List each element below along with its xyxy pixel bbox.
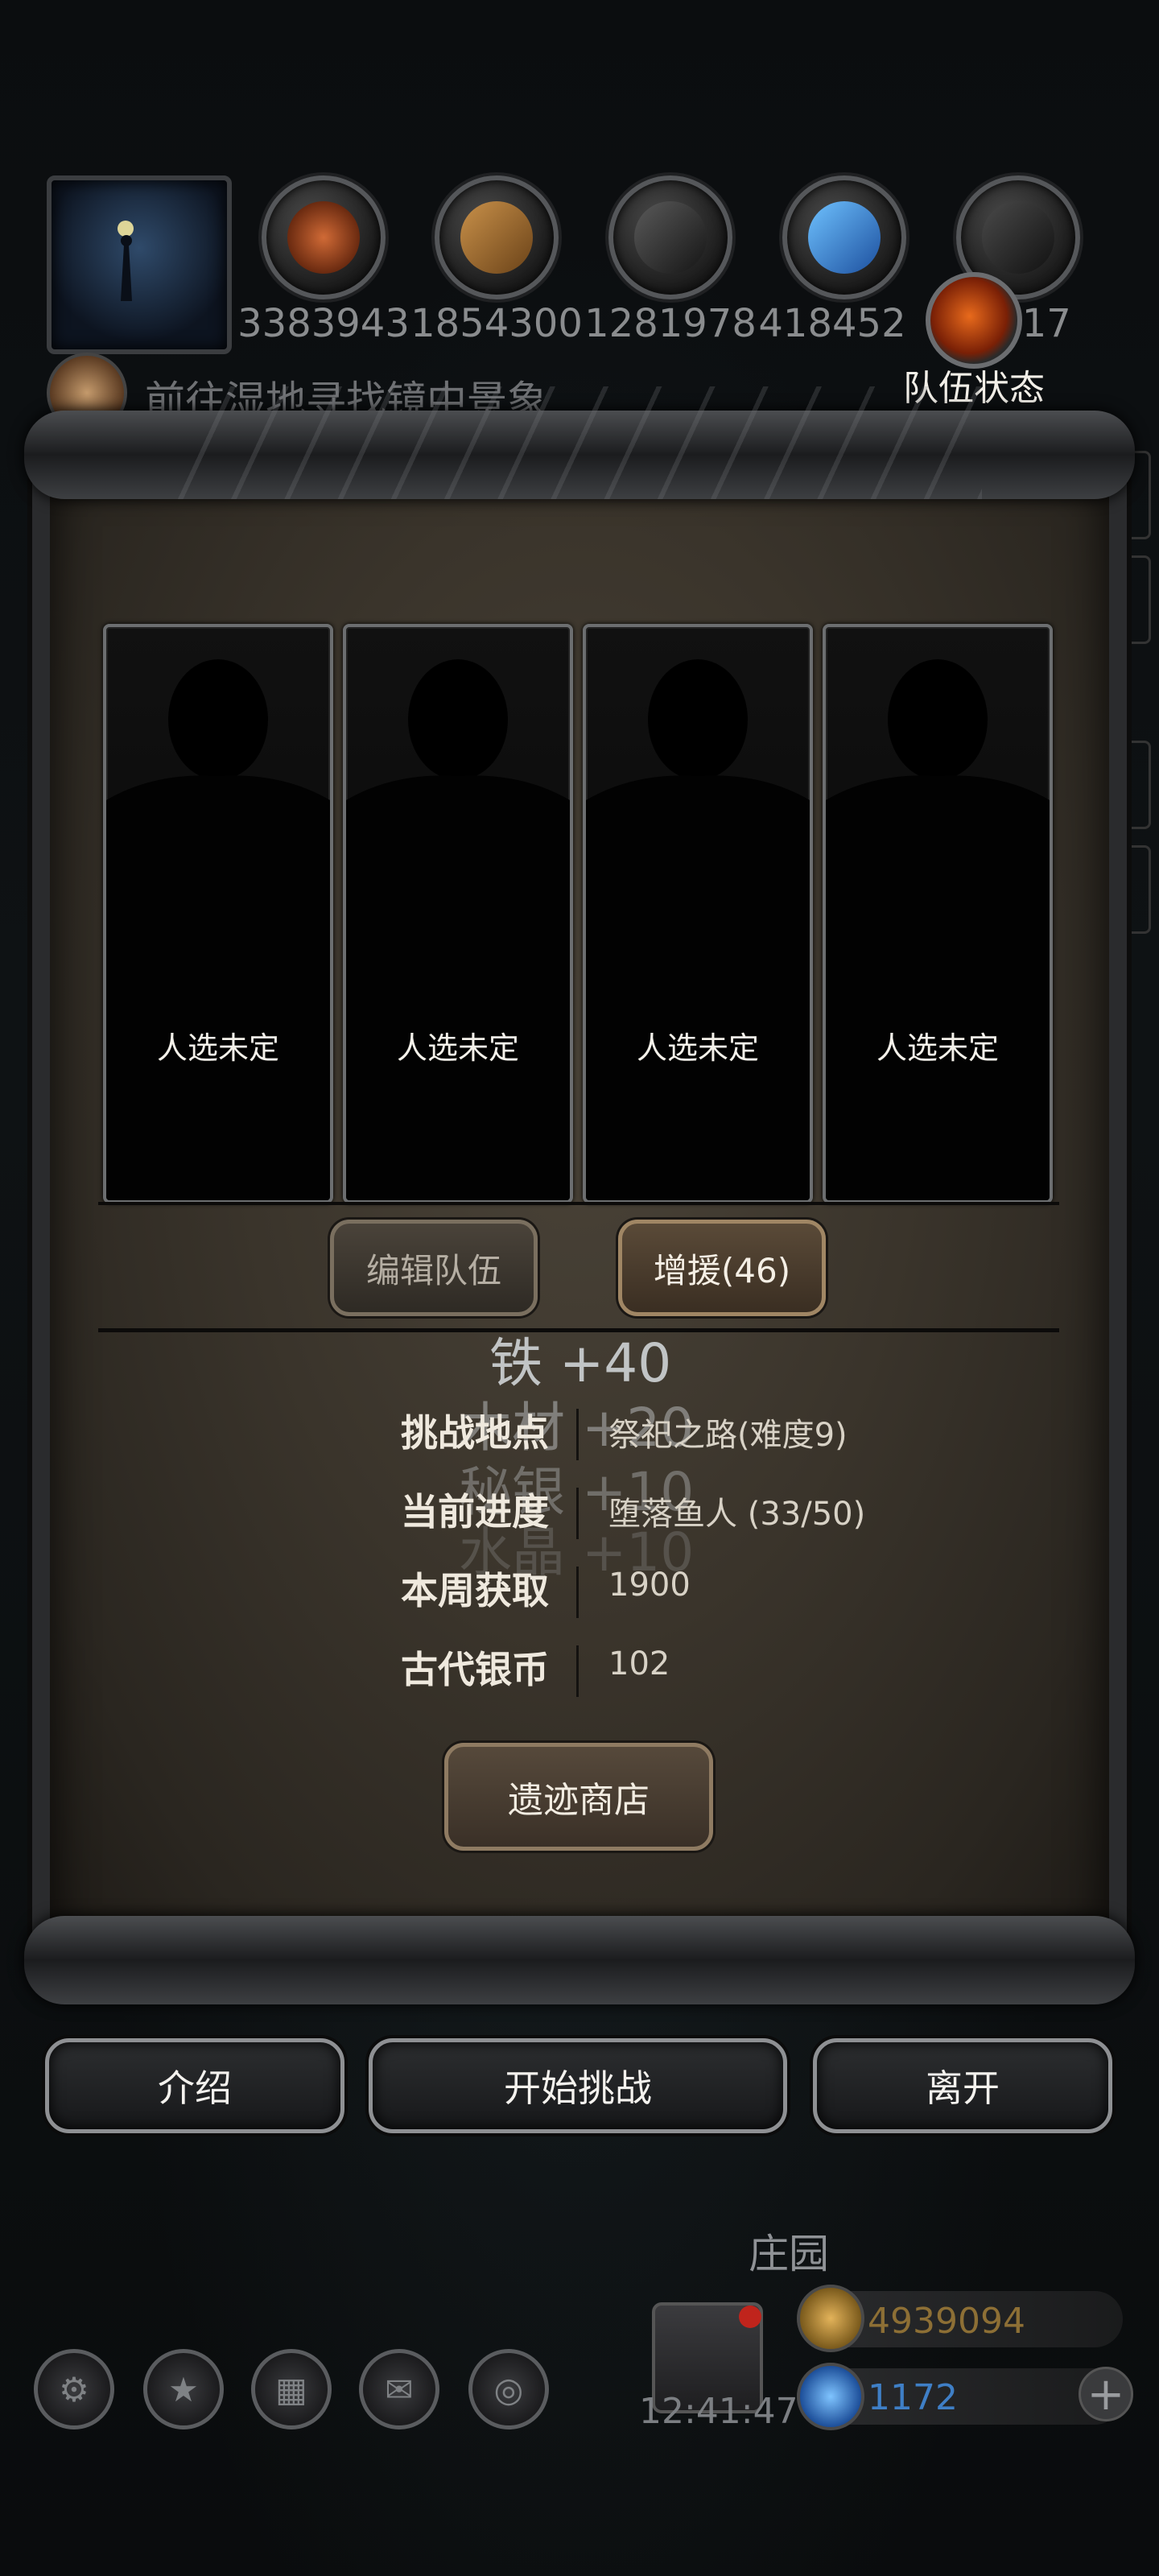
gem-icon bbox=[797, 2363, 864, 2430]
info-row-coins: 古代银币 102 bbox=[0, 1641, 1159, 1705]
info-row-weekly: 本周获取 1900 bbox=[0, 1562, 1159, 1626]
member-slot-label: 人选未定 bbox=[876, 1030, 999, 1066]
member-slot-1[interactable]: 人选未定 bbox=[103, 624, 333, 1203]
start-challenge-button[interactable]: 开始挑战 bbox=[369, 2038, 787, 2133]
divider bbox=[576, 1567, 579, 1618]
player-portrait[interactable] bbox=[47, 175, 232, 354]
crystal-icon bbox=[782, 175, 906, 299]
gold-value: 4939094 bbox=[868, 2301, 1025, 2342]
meat-icon bbox=[262, 175, 386, 299]
map-icon[interactable]: ▦ bbox=[251, 2349, 332, 2429]
notification-dot bbox=[739, 2306, 761, 2328]
crystal-value: 418452 bbox=[758, 301, 906, 346]
relic-shop-button[interactable]: 遗迹商店 bbox=[444, 1743, 713, 1851]
add-gems-button[interactable]: + bbox=[1079, 2367, 1133, 2421]
info-label: 当前进度 bbox=[401, 1490, 549, 1534]
star-icon[interactable]: ★ bbox=[143, 2349, 224, 2429]
divider bbox=[576, 1409, 579, 1460]
leave-button[interactable]: 离开 bbox=[813, 2038, 1112, 2133]
chat-icon[interactable]: ◎ bbox=[468, 2349, 549, 2429]
info-value: 堕落鱼人 (33/50) bbox=[608, 1496, 866, 1533]
wood-planks-icon bbox=[435, 175, 559, 299]
gem-value: 1172 bbox=[868, 2377, 958, 2418]
reinforce-button[interactable]: 增援(46) bbox=[618, 1220, 826, 1316]
info-row-location: 挑战地点 祭祀之路(难度9) bbox=[0, 1404, 1159, 1468]
iron-ingot-icon bbox=[608, 175, 732, 299]
member-slot-3[interactable]: 人选未定 bbox=[583, 624, 813, 1203]
info-label: 古代银币 bbox=[401, 1648, 549, 1691]
wood-value: 1854300 bbox=[410, 301, 583, 346]
panel-frame-bottom bbox=[24, 1916, 1135, 2004]
member-slot-4[interactable]: 人选未定 bbox=[823, 624, 1053, 1203]
mail-icon[interactable]: ✉ bbox=[359, 2349, 439, 2429]
divider bbox=[576, 1488, 579, 1539]
flame-icon[interactable] bbox=[926, 272, 1022, 369]
iron-value: 1281978 bbox=[584, 301, 757, 346]
info-label: 本周获取 bbox=[401, 1569, 549, 1612]
divider bbox=[576, 1645, 579, 1697]
gold-coin-icon bbox=[797, 2285, 864, 2352]
info-value: 祭祀之路(难度9) bbox=[608, 1417, 848, 1454]
info-value: 1900 bbox=[608, 1567, 691, 1604]
settings-gear-icon[interactable]: ⚙ bbox=[34, 2349, 114, 2429]
member-slot-label: 人选未定 bbox=[156, 1030, 279, 1066]
divider bbox=[98, 1202, 1059, 1205]
info-row-progress: 当前进度 堕落鱼人 (33/50) bbox=[0, 1483, 1159, 1547]
info-label: 挑战地点 bbox=[401, 1411, 549, 1455]
clock: 12:41:47 bbox=[639, 2391, 798, 2432]
edit-team-button[interactable]: 编辑队伍 bbox=[330, 1220, 538, 1316]
meat-value: 3383943 bbox=[237, 301, 410, 346]
member-slot-2[interactable]: 人选未定 bbox=[343, 624, 573, 1203]
member-slot-label: 人选未定 bbox=[636, 1030, 759, 1066]
intro-button[interactable]: 介绍 bbox=[45, 2038, 344, 2133]
manor-label[interactable]: 庄园 bbox=[749, 2222, 829, 2280]
member-slot-label: 人选未定 bbox=[396, 1030, 519, 1066]
info-value: 102 bbox=[608, 1645, 670, 1682]
panel-frame-ornament bbox=[177, 386, 982, 499]
